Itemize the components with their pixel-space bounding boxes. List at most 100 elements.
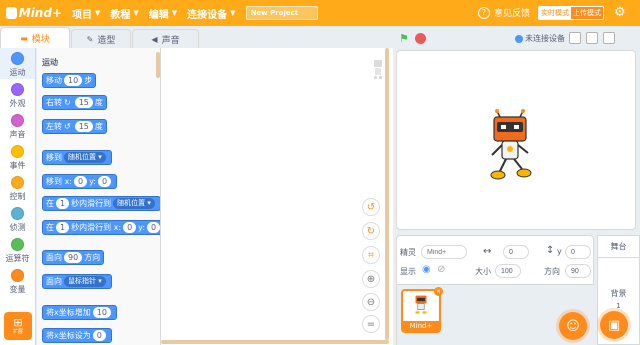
direction-label: 方向 — [544, 267, 560, 276]
block-turn-left[interactable]: 左转 ↺ 15 度 — [42, 119, 107, 134]
palette-scrollbar[interactable] — [156, 52, 160, 78]
category-operators[interactable]: 运算符 — [0, 234, 35, 265]
sprite-robot[interactable] — [486, 109, 536, 183]
block-number-input[interactable]: 1 — [56, 222, 70, 233]
category-sensing[interactable]: 侦测 — [0, 203, 35, 234]
block-text: 左转 — [46, 122, 62, 131]
y-label: y — [557, 247, 562, 256]
block-goto-xy[interactable]: 移到 x: 0 y: 0 — [42, 174, 118, 189]
tab-code[interactable]: ▬ 模块 — [0, 27, 70, 48]
script-horizontal-scrollbar[interactable] — [161, 340, 389, 344]
block-number-input[interactable]: 0 — [92, 330, 106, 341]
block-text: 在 — [46, 223, 54, 232]
menu-project[interactable]: 项目 ▼ — [72, 6, 100, 21]
tab-costumes[interactable]: ✎ 造型 — [71, 29, 131, 48]
speaker-icon: ◀ — [151, 34, 158, 44]
category-sound[interactable]: 声音 — [0, 110, 35, 141]
block-point-towards[interactable]: 面向 鼠标指针 ▾ — [42, 274, 112, 289]
stop-icon[interactable] — [415, 33, 426, 44]
tab-sounds-label: 声音 — [161, 35, 180, 46]
eye-off-icon[interactable]: ⊘ — [437, 264, 445, 275]
block-text: 右转 — [46, 98, 62, 107]
script-vertical-scrollbar[interactable] — [385, 48, 389, 340]
extension-button[interactable]: ⊞ 扩展 — [4, 312, 32, 340]
category-dot-icon — [11, 145, 24, 158]
undo-icon: ↺ — [366, 201, 376, 213]
block-dropdown[interactable]: 鼠标指针 ▾ — [64, 276, 106, 287]
palette-section-title: 运动 — [42, 58, 58, 67]
menu-edit[interactable]: 编辑 ▼ — [149, 6, 177, 21]
block-turn-right[interactable]: 右转 ↻ 15 度 — [42, 95, 107, 110]
block-number-input[interactable]: 0 — [147, 222, 160, 233]
delete-sprite-icon[interactable]: × — [434, 287, 443, 296]
stage-canvas[interactable] — [396, 50, 636, 230]
undo-button[interactable]: ↺ — [362, 198, 380, 216]
gear-icon[interactable]: ⚙ — [614, 5, 626, 20]
menu-tutorial[interactable]: 教程 ▼ — [110, 6, 138, 21]
block-number-input[interactable]: 1 — [56, 198, 70, 209]
menu-connect-device[interactable]: 连接设备 ▼ — [187, 6, 235, 21]
eye-icon[interactable]: ◉ — [422, 264, 431, 275]
category-control[interactable]: 控制 — [0, 172, 35, 203]
backdrop-count: 1 — [616, 302, 621, 310]
code-icon: ▬ — [20, 33, 28, 43]
mode-realtime-button[interactable]: 实时模式 — [539, 7, 571, 19]
tab-sounds[interactable]: ◀ 声音 — [132, 29, 199, 48]
block-change-x[interactable]: 将x坐标增加 10 — [42, 305, 117, 320]
app-logo[interactable]: Mind+ — [6, 6, 62, 20]
y-arrows-icon: ↕ — [546, 245, 555, 256]
block-number-input[interactable]: 0 — [123, 222, 137, 233]
category-variables[interactable]: 变量 — [0, 265, 35, 296]
logo-icon — [6, 7, 17, 19]
sprite-name-input[interactable] — [421, 245, 467, 259]
block-set-x[interactable]: 将x坐标设为 0 — [42, 328, 112, 343]
feedback-button[interactable]: ? 意见反馈 — [478, 6, 530, 19]
category-looks[interactable]: 外观 — [0, 79, 35, 110]
redo-button[interactable]: ↻ — [362, 222, 380, 240]
sprite-info-pane: 精灵 ↔ ↕ y 显示 ◉ ⊘ 大小 方向 × Mind+ ☺ — [396, 235, 595, 345]
zoom-reset-button[interactable]: = — [362, 315, 380, 333]
block-glide[interactable]: 在 1 秒内滑行到 随机位置 ▾ — [42, 196, 160, 211]
small-stage-button[interactable] — [569, 32, 581, 44]
project-name-input[interactable] — [245, 6, 318, 20]
size-input[interactable] — [495, 264, 521, 278]
mode-upload-button[interactable]: 上传模式 — [571, 7, 603, 19]
block-number-input[interactable]: 15 — [74, 121, 93, 132]
zoom-out-button[interactable]: ⊖ — [362, 293, 380, 311]
equals-icon: = — [366, 318, 376, 330]
category-motion[interactable]: 运动 — [0, 48, 35, 79]
block-number-input[interactable]: 15 — [74, 97, 93, 108]
device-connection-status[interactable]: 未连接设备 — [515, 33, 565, 44]
add-backdrop-button[interactable]: ▣ — [600, 311, 628, 339]
block-number-input[interactable]: 0 — [73, 176, 88, 187]
y-input[interactable] — [565, 245, 591, 259]
block-goto[interactable]: 移到 随机位置 ▾ — [42, 150, 112, 165]
extension-label: 扩展 — [12, 329, 23, 335]
add-sprite-button[interactable]: ☺ — [559, 312, 587, 340]
block-number-input[interactable]: 90 — [64, 252, 83, 263]
script-area[interactable]: ↺ ↻ ⌗ ⊕ ⊖ = — [161, 48, 393, 345]
sprite-card[interactable]: × Mind+ — [401, 287, 443, 333]
block-text: 度 — [94, 98, 103, 107]
fullscreen-button[interactable] — [603, 32, 615, 44]
block-number-input[interactable]: 10 — [92, 307, 111, 318]
block-glide-xy[interactable]: 在 1 秒内滑行到 x: 0 y: 0 — [42, 220, 160, 235]
block-move-steps[interactable]: 移动 10 步 — [42, 73, 97, 88]
zoom-in-button[interactable]: ⊕ — [362, 270, 380, 288]
backdrop-label: 背景 — [610, 289, 627, 298]
direction-input[interactable] — [565, 264, 591, 278]
sprite-card-name: Mind+ — [403, 321, 439, 331]
green-flag-icon[interactable]: ⚑ — [399, 32, 409, 45]
category-label: 侦测 — [9, 223, 26, 232]
block-point-direction[interactable]: 面向 90 方向 — [42, 250, 105, 265]
category-events[interactable]: 事件 — [0, 141, 35, 172]
block-dropdown[interactable]: 随机位置 ▾ — [64, 152, 106, 163]
x-input[interactable] — [503, 245, 529, 259]
large-stage-button[interactable] — [586, 32, 598, 44]
cleanup-button[interactable]: ⌗ — [362, 246, 380, 264]
block-dropdown[interactable]: 随机位置 ▾ — [113, 198, 155, 209]
block-number-input[interactable]: 10 — [64, 75, 83, 86]
block-text: 将x坐标增加 — [46, 308, 91, 317]
block-number-input[interactable]: 0 — [97, 176, 112, 187]
stage-header: ⚑ 未连接设备 — [393, 26, 640, 50]
